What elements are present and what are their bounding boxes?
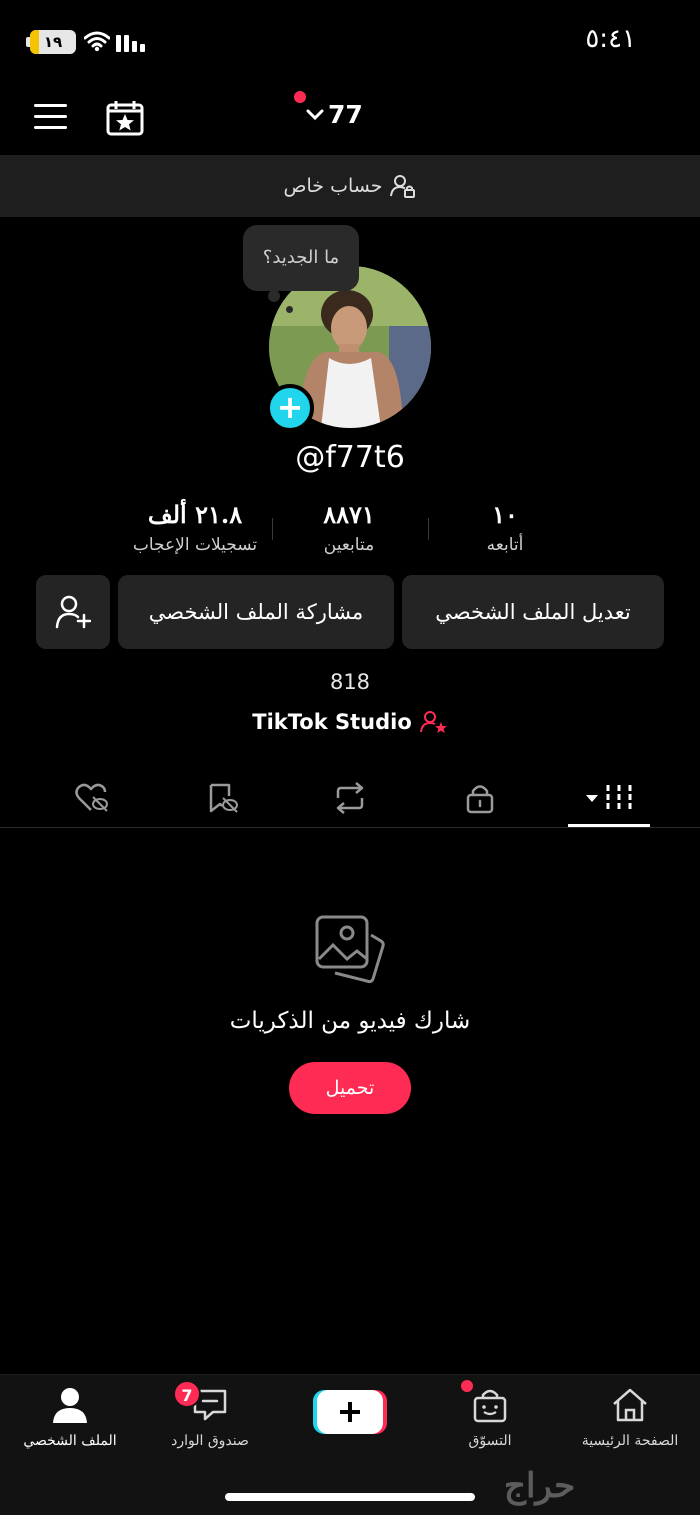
tiktok-studio-label: TikTok Studio (252, 710, 412, 734)
studio-user-star-icon (419, 711, 447, 733)
tab-reposts[interactable] (328, 778, 372, 818)
create-button[interactable] (313, 1388, 387, 1436)
private-account-label: حساب خاص (283, 175, 383, 197)
tab-liked[interactable] (70, 778, 114, 818)
notification-dot (294, 91, 306, 103)
content-tabs (0, 770, 700, 828)
bio-text: 818 (329, 670, 371, 694)
lock-icon (466, 785, 494, 814)
nav-home[interactable]: الصفحة الرئيسية (560, 1387, 700, 1449)
heart-hidden-icon (75, 783, 108, 812)
profile-icon (53, 1388, 87, 1423)
account-switcher[interactable]: 77 (294, 91, 363, 129)
bubble-tail (268, 290, 280, 302)
nav-profile-label: الملف الشخصي (23, 1433, 117, 1449)
tab-videos[interactable] (586, 778, 636, 818)
user-lock-icon (390, 175, 416, 198)
wifi-icon (83, 30, 111, 56)
photos-icon (313, 913, 387, 991)
private-account-bar[interactable]: حساب خاص (0, 155, 700, 217)
empty-state-message: شارك فيديو من الذكريات (229, 1008, 471, 1034)
battery-icon: ١٩ (30, 30, 76, 54)
shopping-bag-icon (473, 1389, 507, 1423)
bubble-tail-small (286, 306, 293, 313)
stat-followers-value: ٨٨٧١ (323, 500, 375, 529)
edit-profile-button[interactable]: تعديل الملف الشخصي (402, 575, 664, 649)
add-story-button[interactable]: + (266, 384, 314, 432)
upload-button[interactable]: تحميل (289, 1062, 411, 1114)
battery-level: ١٩ (43, 33, 63, 51)
home-indicator (225, 1493, 475, 1501)
inbox-badge: 7 (173, 1380, 201, 1408)
clock: ٥:٤١ (585, 24, 636, 54)
nav-shop[interactable]: التسوّق (420, 1387, 560, 1449)
stat-likes-value: ٢١.٨ ألف (147, 500, 243, 529)
tiktok-studio-link[interactable]: TikTok Studio (0, 710, 700, 734)
stat-divider (428, 518, 429, 540)
chevron-down-icon (306, 109, 324, 120)
watermark: حراج (504, 1466, 576, 1506)
plus-icon (313, 1390, 387, 1434)
edit-profile-label: تعديل الملف الشخصي (435, 600, 631, 624)
stat-likes-label: تسجيلات الإعجاب (132, 535, 258, 555)
home-icon (613, 1388, 647, 1422)
stat-following[interactable]: ١٠ أتابعه (420, 500, 590, 555)
status-bar: ١٩ ٥:٤١ (0, 0, 700, 85)
nav-home-label: الصفحة الرئيسية (581, 1433, 679, 1449)
tab-private[interactable] (458, 778, 502, 818)
grid-icon (586, 785, 632, 811)
nav-inbox[interactable]: صندوق الوارد (140, 1387, 280, 1449)
nav-inbox-label: صندوق الوارد (171, 1433, 249, 1449)
profile-handle: @f77t6 (295, 440, 405, 475)
stat-followers[interactable]: ٨٨٧١ متابعين (264, 500, 434, 555)
signal-icon (116, 32, 145, 52)
bookmark-hidden-icon (209, 783, 238, 813)
share-profile-label: مشاركة الملف الشخصي (148, 600, 364, 624)
add-user-icon (55, 595, 91, 629)
header-username: 77 (328, 100, 363, 129)
repost-icon (336, 782, 364, 814)
add-friend-button[interactable] (36, 575, 110, 649)
stat-divider (272, 518, 273, 540)
stat-followers-label: متابعين (323, 535, 375, 555)
menu-icon[interactable] (34, 104, 68, 132)
whats-new-bubble[interactable]: ما الجديد؟ (243, 225, 359, 291)
active-tab-indicator (568, 824, 650, 827)
whats-new-text: ما الجديد؟ (262, 247, 340, 268)
shop-notification-dot (461, 1380, 473, 1392)
stat-following-value: ١٠ (492, 500, 518, 529)
calendar-star-icon[interactable] (106, 100, 144, 140)
share-profile-button[interactable]: مشاركة الملف الشخصي (118, 575, 394, 649)
stat-following-label: أتابعه (486, 535, 524, 555)
profile-stats: ١٠ أتابعه ٨٨٧١ متابعين ٢١.٨ ألف تسجيلات … (0, 500, 700, 570)
nav-profile[interactable]: الملف الشخصي (0, 1387, 140, 1449)
tab-favorites[interactable] (200, 778, 244, 818)
stat-likes[interactable]: ٢١.٨ ألف تسجيلات الإعجاب (110, 500, 280, 555)
nav-shop-label: التسوّق (468, 1433, 512, 1449)
